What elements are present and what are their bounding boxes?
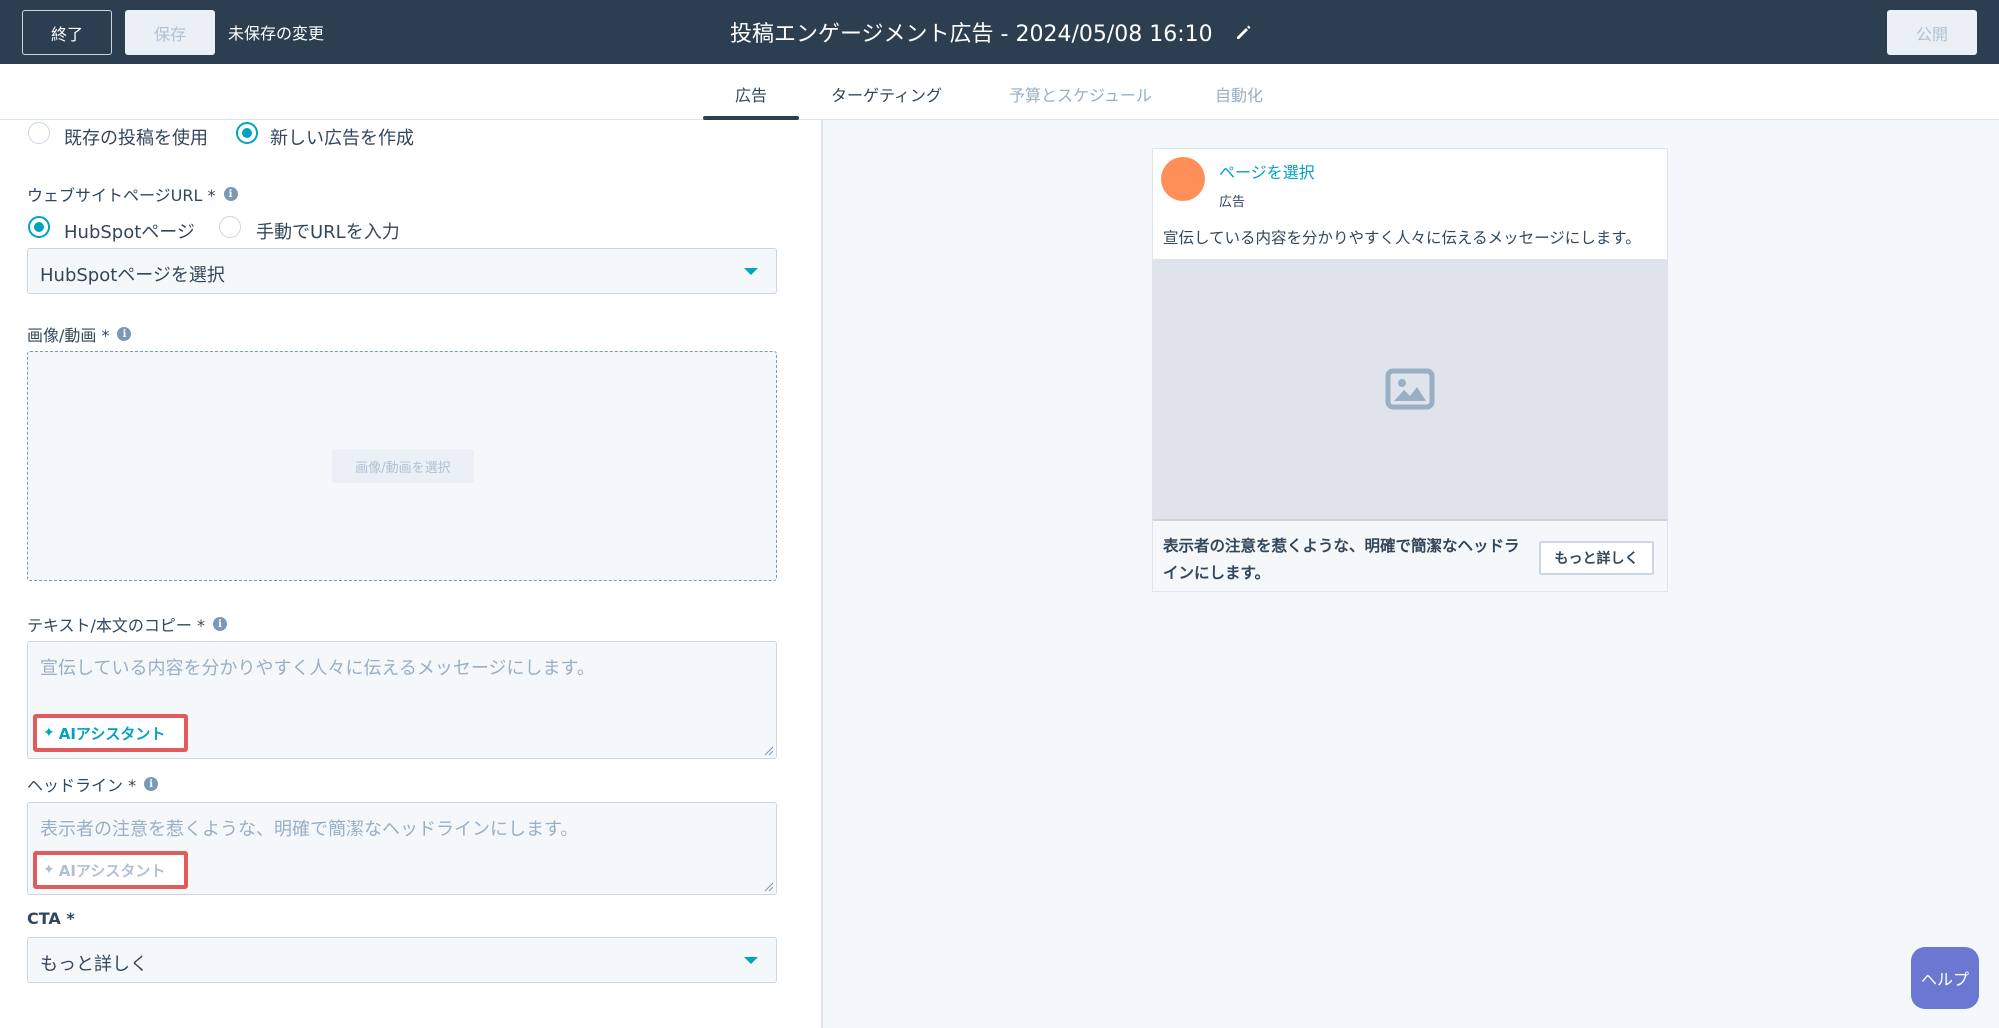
- sparkle-icon: ✦: [43, 725, 55, 741]
- radio-use-existing-post[interactable]: [28, 122, 50, 144]
- chevron-down-icon: [744, 268, 758, 275]
- info-icon[interactable]: i: [144, 777, 159, 791]
- body-copy-label: テキスト/本文のコピー * i: [27, 612, 227, 636]
- ai-assistant-label: AIアシスタント: [58, 861, 166, 880]
- preview-body-text: 宣伝している内容を分かりやすく人々に伝えるメッセージにします。: [1163, 229, 1641, 247]
- headline-label-text: ヘッドライン *: [27, 776, 137, 795]
- ai-assistant-button[interactable]: ✦ AIアシスタント: [33, 851, 188, 889]
- body-copy-placeholder: 宣伝している内容を分かりやすく人々に伝えるメッセージにします。: [40, 658, 595, 679]
- select-media-button[interactable]: 画像/動画を選択: [332, 449, 474, 483]
- publish-button[interactable]: 公開: [1887, 10, 1977, 55]
- tab-ad[interactable]: 広告: [735, 82, 767, 106]
- tab-bar: 広告 ターゲティング 予算とスケジュール 自動化: [0, 64, 1999, 120]
- ad-form-panel: 既存の投稿を使用 新しい広告を作成 ウェブサイトページURL * i HubSp…: [0, 120, 823, 1028]
- cta-label-text: CTA *: [27, 909, 75, 928]
- body-copy-textarea[interactable]: 宣伝している内容を分かりやすく人々に伝えるメッセージにします。 ✦ AIアシスタ…: [27, 641, 777, 759]
- save-button[interactable]: 保存: [125, 10, 215, 55]
- cta-label: CTA *: [27, 909, 75, 928]
- sparkle-icon: ✦: [43, 862, 55, 878]
- title-container: 投稿エンゲージメント広告 - 2024/05/08 16:10: [730, 16, 1253, 48]
- radio-label-use-existing-post: 既存の投稿を使用: [64, 128, 208, 149]
- cta-select[interactable]: もっと詳しく: [27, 937, 777, 983]
- headline-label: ヘッドライン * i: [27, 772, 159, 796]
- resize-handle-icon[interactable]: [764, 746, 774, 756]
- headline-textarea[interactable]: 表示者の注意を惹くような、明確で簡潔なヘッドラインにします。 ✦ AIアシスタン…: [27, 802, 777, 895]
- radio-hubspot-page[interactable]: [28, 216, 50, 238]
- tab-budget-schedule[interactable]: 予算とスケジュール: [1009, 82, 1152, 106]
- preview-footer: 表示者の注意を惹くような、明確で簡潔なヘッドラインにします。 もっと詳しく: [1153, 519, 1667, 591]
- select-page-link[interactable]: ページを選択: [1219, 159, 1315, 183]
- media-label-text: 画像/動画 *: [27, 326, 110, 345]
- page-title: 投稿エンゲージメント広告 - 2024/05/08 16:10: [730, 22, 1213, 47]
- website-url-label: ウェブサイトページURL * i: [27, 182, 238, 206]
- unsaved-changes-text: 未保存の変更: [228, 24, 325, 43]
- tab-automation[interactable]: 自動化: [1215, 82, 1263, 106]
- hubspot-page-select[interactable]: HubSpotページを選択: [27, 248, 777, 294]
- media-label: 画像/動画 * i: [27, 322, 132, 346]
- top-bar: 終了 保存 未保存の変更 投稿エンゲージメント広告 - 2024/05/08 1…: [0, 0, 1999, 64]
- headline-placeholder: 表示者の注意を惹くような、明確で簡潔なヘッドラインにします。: [40, 819, 579, 840]
- info-icon[interactable]: i: [213, 617, 227, 631]
- radio-label-hubspot-page: HubSpotページ: [64, 222, 195, 243]
- body-copy-label-text: テキスト/本文のコピー *: [27, 616, 205, 635]
- radio-label-manual-url: 手動でURLを入力: [256, 222, 400, 243]
- radio-manual-url[interactable]: [219, 216, 241, 238]
- info-icon[interactable]: i: [223, 187, 238, 201]
- website-url-label-text: ウェブサイトページURL *: [27, 186, 216, 205]
- pencil-icon[interactable]: [1235, 23, 1253, 41]
- preview-image-placeholder: [1153, 259, 1667, 519]
- sponsored-label: 広告: [1219, 195, 1246, 210]
- radio-label-create-new-ad: 新しい広告を作成: [270, 128, 414, 149]
- ai-assistant-button[interactable]: ✦ AIアシスタント: [33, 714, 188, 752]
- preview-headline: 表示者の注意を惹くような、明確で簡潔なヘッドラインにします。: [1163, 537, 1520, 582]
- preview-cta-button[interactable]: もっと詳しく: [1539, 541, 1654, 575]
- ad-preview-card: ページを選択 広告 宣伝している内容を分かりやすく人々に伝えるメッセージにします…: [1152, 148, 1668, 592]
- cta-select-value: もっと詳しく: [40, 954, 148, 975]
- resize-handle-icon[interactable]: [764, 882, 774, 892]
- media-dropzone[interactable]: 画像/動画を選択: [27, 351, 777, 581]
- chevron-down-icon: [744, 957, 758, 964]
- image-icon: [1385, 368, 1435, 410]
- radio-create-new-ad[interactable]: [236, 122, 258, 144]
- help-button[interactable]: ヘルプ: [1911, 947, 1979, 1009]
- avatar: [1161, 157, 1205, 201]
- info-icon[interactable]: i: [117, 327, 132, 341]
- tab-targeting[interactable]: ターゲティング: [831, 82, 942, 106]
- exit-button[interactable]: 終了: [22, 10, 112, 55]
- hubspot-page-select-value: HubSpotページを選択: [40, 265, 225, 286]
- ai-assistant-label: AIアシスタント: [58, 724, 166, 743]
